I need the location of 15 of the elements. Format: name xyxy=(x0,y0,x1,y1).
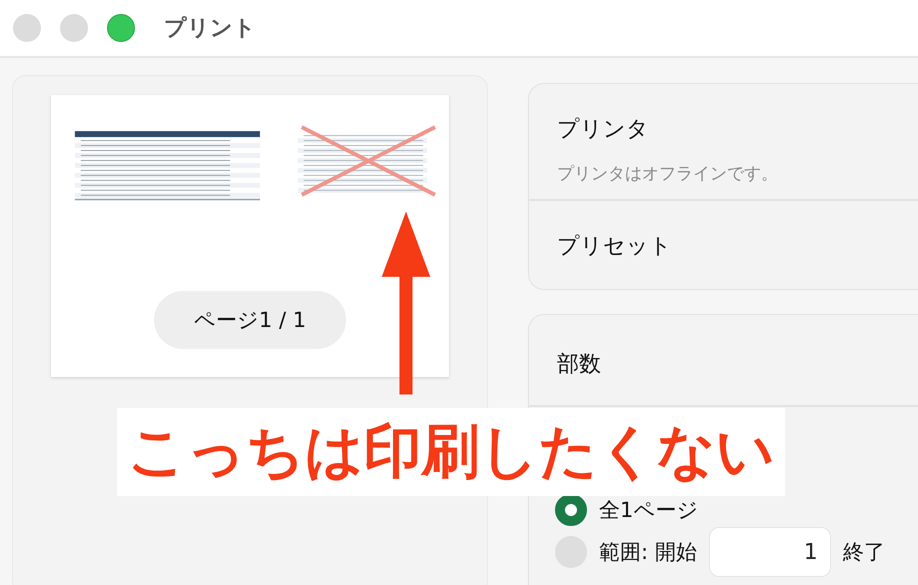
printer-label: プリンタ xyxy=(557,116,650,144)
page-from-field[interactable]: 1 xyxy=(708,527,831,577)
radio-button[interactable] xyxy=(555,494,587,526)
radio-label: 範囲: 開始 xyxy=(599,539,697,566)
annotation-caption: こっちは印刷したくない xyxy=(117,408,785,496)
minimize-button[interactable] xyxy=(60,14,88,42)
window-title: プリント xyxy=(164,15,256,43)
close-button[interactable] xyxy=(13,14,41,42)
zoom-button[interactable] xyxy=(107,14,135,42)
printer-status: プリンタはオフラインです。 xyxy=(557,163,779,185)
range-end-label: 終了 xyxy=(842,539,885,566)
page-indicator: ページ1 / 1 xyxy=(154,291,346,349)
copies-label: 部数 xyxy=(557,351,602,379)
radio-label: 全1ページ xyxy=(599,497,698,524)
preset-label: プリセット xyxy=(557,233,673,261)
